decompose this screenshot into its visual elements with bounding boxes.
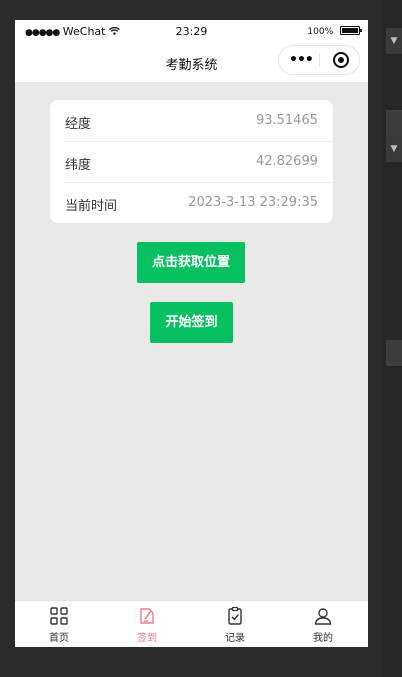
tab-mine-label: 我的 (313, 633, 333, 644)
user-icon (314, 608, 332, 625)
navigation-bar: 考勤系统 ••• (15, 44, 368, 82)
longitude-label: 经度 (65, 117, 92, 132)
battery-percent: 100% (307, 27, 334, 37)
target-icon[interactable] (333, 52, 349, 68)
phone-simulator: ●●●●● WeChat 23:29 100% 考勤系统 ••• 经度 93.5… (15, 20, 368, 647)
mini-program-capsule: ••• (278, 45, 360, 75)
tab-home[interactable]: 首页 (15, 601, 103, 647)
battery-icon (340, 26, 362, 35)
tab-mine[interactable]: 我的 (279, 601, 367, 647)
location-card: 经度 93.51465 纬度 42.82699 当前时间 2023-3-13 2… (50, 100, 333, 223)
battery-indicator: 100% (307, 26, 362, 37)
gutter-panel-2 (386, 340, 402, 366)
start-checkin-button[interactable]: 开始签到 (150, 302, 233, 343)
longitude-row: 经度 93.51465 (50, 100, 333, 141)
tab-records-label: 记录 (225, 633, 245, 644)
tab-checkin[interactable]: 签到 (103, 601, 191, 647)
gutter-panel (386, 110, 402, 136)
grid-icon (50, 607, 68, 625)
longitude-value: 93.51465 (255, 113, 318, 128)
capsule-divider (319, 53, 320, 67)
main-content: 经度 93.51465 纬度 42.82699 当前时间 2023-3-13 2… (15, 82, 368, 600)
tab-bar: 首页 签到 记录 我的 (15, 600, 368, 647)
clipboard-icon (228, 606, 242, 625)
collapse-arrow-icon[interactable]: ▼ (386, 28, 402, 54)
current-time-row: 当前时间 2023-3-13 23:29:35 (50, 182, 333, 223)
tab-home-label: 首页 (49, 633, 69, 644)
latitude-label: 纬度 (65, 158, 92, 173)
latitude-row: 纬度 42.82699 (50, 141, 333, 182)
current-time-label: 当前时间 (65, 199, 118, 214)
tab-records[interactable]: 记录 (191, 601, 279, 647)
more-dots-icon[interactable]: ••• (289, 53, 314, 67)
edit-icon (140, 608, 154, 624)
collapse-arrow-icon-2[interactable]: ▼ (386, 136, 402, 162)
status-bar: ●●●●● WeChat 23:29 100% (15, 20, 368, 44)
get-location-button[interactable]: 点击获取位置 (137, 242, 245, 283)
editor-gutter (382, 0, 402, 677)
current-time-value: 2023-3-13 23:29:35 (188, 195, 318, 210)
tab-checkin-label: 签到 (137, 633, 157, 644)
latitude-value: 42.82699 (255, 154, 318, 169)
